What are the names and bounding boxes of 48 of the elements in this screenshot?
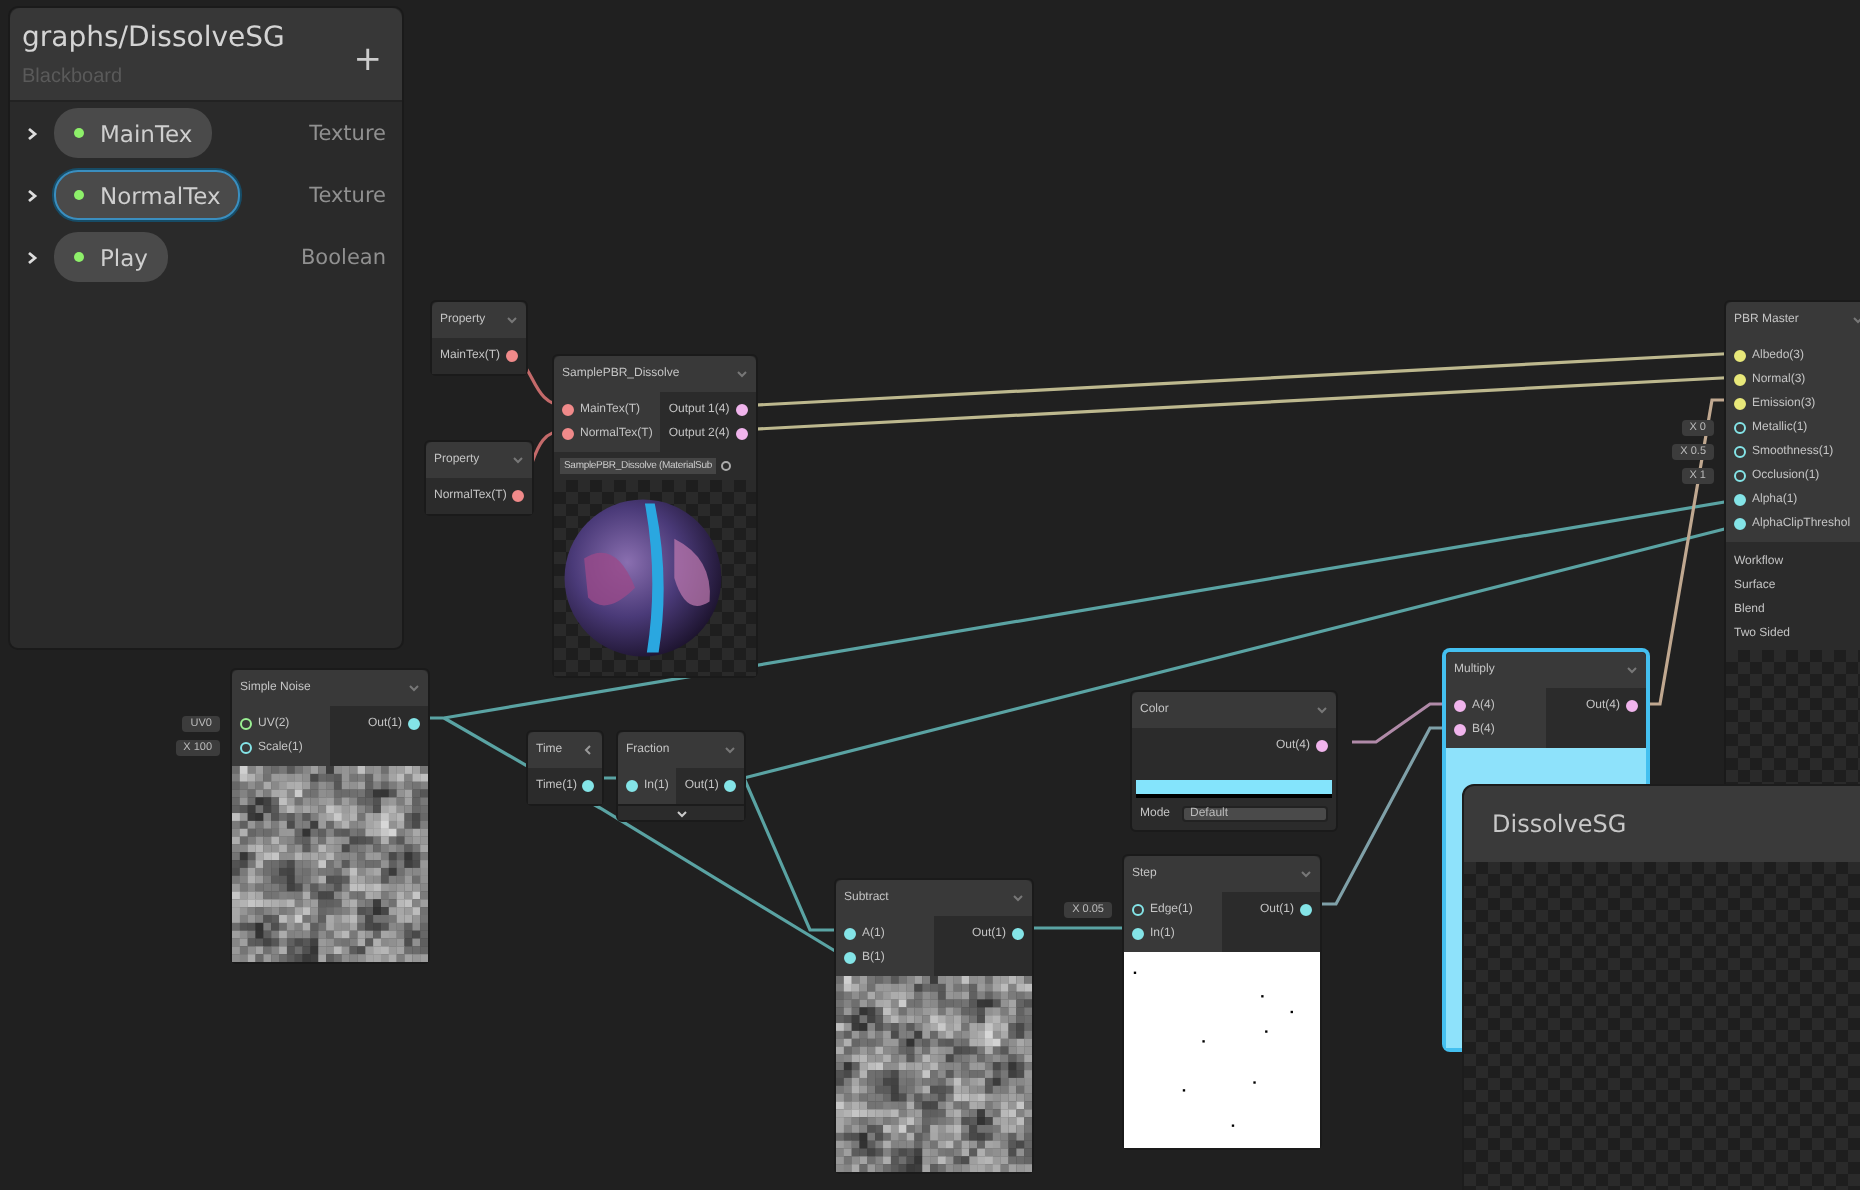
port-dot[interactable] <box>1132 928 1144 940</box>
chevron-down-icon[interactable] <box>1300 868 1312 880</box>
port-dot[interactable] <box>844 928 856 940</box>
port-dot[interactable] <box>562 428 574 440</box>
port-dot[interactable] <box>582 780 595 792</box>
property-type: Texture <box>309 121 386 145</box>
port-dot[interactable] <box>1734 494 1746 506</box>
port-dot[interactable] <box>1454 724 1466 736</box>
port-dot[interactable] <box>735 428 748 440</box>
chevron-down-icon[interactable] <box>735 368 748 380</box>
property-type: Texture <box>309 183 386 207</box>
port-dot[interactable] <box>408 718 420 730</box>
port-dot[interactable] <box>1132 904 1144 916</box>
port-dot[interactable] <box>735 404 748 416</box>
object-picker-icon[interactable] <box>720 460 732 472</box>
port-dot[interactable] <box>626 780 638 792</box>
port-dot[interactable] <box>1734 470 1746 482</box>
port-dot[interactable] <box>724 780 737 792</box>
port-dot[interactable] <box>240 718 252 730</box>
port-dot[interactable] <box>1734 518 1746 530</box>
chevron-down-icon[interactable] <box>408 682 420 694</box>
port-dot[interactable] <box>512 490 525 502</box>
port-dot[interactable] <box>240 742 252 754</box>
property-pill[interactable]: NormalTex <box>54 170 241 220</box>
chevron-down-icon[interactable] <box>1012 892 1024 904</box>
chevron-down-icon[interactable] <box>512 454 525 466</box>
chevron-down-icon[interactable] <box>1626 664 1638 676</box>
port-dot[interactable] <box>1626 700 1638 712</box>
port-dot[interactable] <box>1734 446 1746 458</box>
port-dot[interactable] <box>1734 422 1746 434</box>
property-pill[interactable]: Play <box>54 232 168 282</box>
port-dot[interactable] <box>1300 904 1312 916</box>
chevron-down-icon[interactable] <box>506 314 519 326</box>
port-dot[interactable] <box>844 952 856 964</box>
preview-title: DissolveSG <box>1490 808 1629 842</box>
port-dot[interactable] <box>562 404 574 416</box>
chevron-down-icon[interactable] <box>724 744 737 756</box>
color-swatch[interactable] <box>1136 780 1332 798</box>
property-pill[interactable]: MainTex <box>54 108 213 158</box>
graph-title: graphs/DissolveSG <box>22 22 285 54</box>
property-type: Boolean <box>300 245 386 269</box>
add-property-button[interactable]: + <box>353 39 382 79</box>
port-dot[interactable] <box>1012 928 1024 940</box>
port-dot[interactable] <box>506 350 519 362</box>
port-dot[interactable] <box>1454 700 1466 712</box>
chevron-left-icon[interactable] <box>582 744 595 756</box>
chevron-down-icon[interactable] <box>1316 704 1328 716</box>
port-dot[interactable] <box>1316 740 1328 752</box>
